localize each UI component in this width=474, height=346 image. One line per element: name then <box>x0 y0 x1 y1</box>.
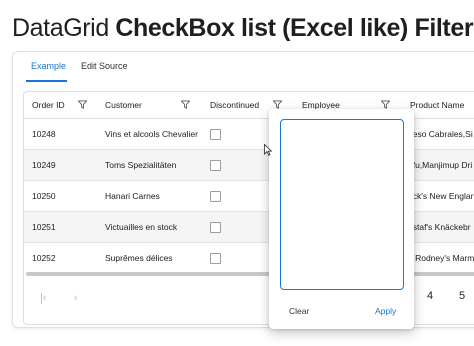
cell-order-id: 10249 <box>32 160 56 170</box>
cell-product-name: ustaf's Knäckebr <box>408 222 471 232</box>
cell-customer: Hanari Carnes <box>105 191 160 201</box>
discontinued-checkbox[interactable] <box>210 129 221 140</box>
cell-order-id: 10252 <box>32 253 56 263</box>
discontinued-checkbox[interactable] <box>210 222 221 233</box>
page-button[interactable]: 5 <box>459 290 465 302</box>
cell-product-name: ir Rodney's Marm <box>408 253 474 263</box>
filter-icon[interactable] <box>381 100 390 109</box>
page-title: DataGrid CheckBox list (Excel like) Filt… <box>12 12 474 44</box>
mouse-cursor-icon <box>264 144 272 156</box>
discontinued-checkbox[interactable] <box>210 160 221 171</box>
filter-value-list[interactable] <box>280 119 404 290</box>
page-title-bold: CheckBox list (Excel like) Filter <box>115 14 474 42</box>
page-title-light: DataGrid <box>12 14 109 42</box>
cell-product-name: ack's New Englar <box>408 191 474 201</box>
discontinued-checkbox[interactable] <box>210 191 221 202</box>
cell-product-name: ueso Cabrales,Si <box>408 129 473 139</box>
column-header-customer[interactable]: Customer <box>105 92 142 118</box>
cell-order-id: 10248 <box>32 129 56 139</box>
column-header-product-name[interactable]: Product Name <box>410 92 464 118</box>
active-tab-indicator <box>26 80 67 82</box>
filter-icon[interactable] <box>273 100 282 109</box>
cell-order-id: 10251 <box>32 222 56 232</box>
apply-button[interactable]: Apply <box>375 306 396 316</box>
chevron-left-icon[interactable]: ‹ <box>74 292 78 304</box>
filter-icon[interactable] <box>181 100 190 109</box>
discontinued-checkbox[interactable] <box>210 253 221 264</box>
column-header-order-id[interactable]: Order ID <box>32 92 65 118</box>
cell-order-id: 10250 <box>32 191 56 201</box>
clear-button[interactable]: Clear <box>289 306 309 316</box>
first-page-icon[interactable]: |‹ <box>40 292 47 304</box>
cell-customer: Vins et alcools Chevalier <box>105 129 198 139</box>
page-button[interactable]: 4 <box>427 290 433 302</box>
cell-product-name: ofu,Manjimup Dri <box>408 160 473 170</box>
cell-customer: Suprêmes délices <box>105 253 173 263</box>
tab-edit-source[interactable]: Edit Source <box>81 61 128 71</box>
column-header-discontinued[interactable]: Discontinued <box>210 92 259 118</box>
filter-popup: Clear Apply <box>269 109 414 329</box>
tab-bar: Example Edit Source <box>13 52 474 84</box>
cell-customer: Victuailles en stock <box>105 222 178 232</box>
cell-customer: Toms Spezialitäten <box>105 160 177 170</box>
filter-icon[interactable] <box>78 100 87 109</box>
tab-example[interactable]: Example <box>31 61 66 71</box>
